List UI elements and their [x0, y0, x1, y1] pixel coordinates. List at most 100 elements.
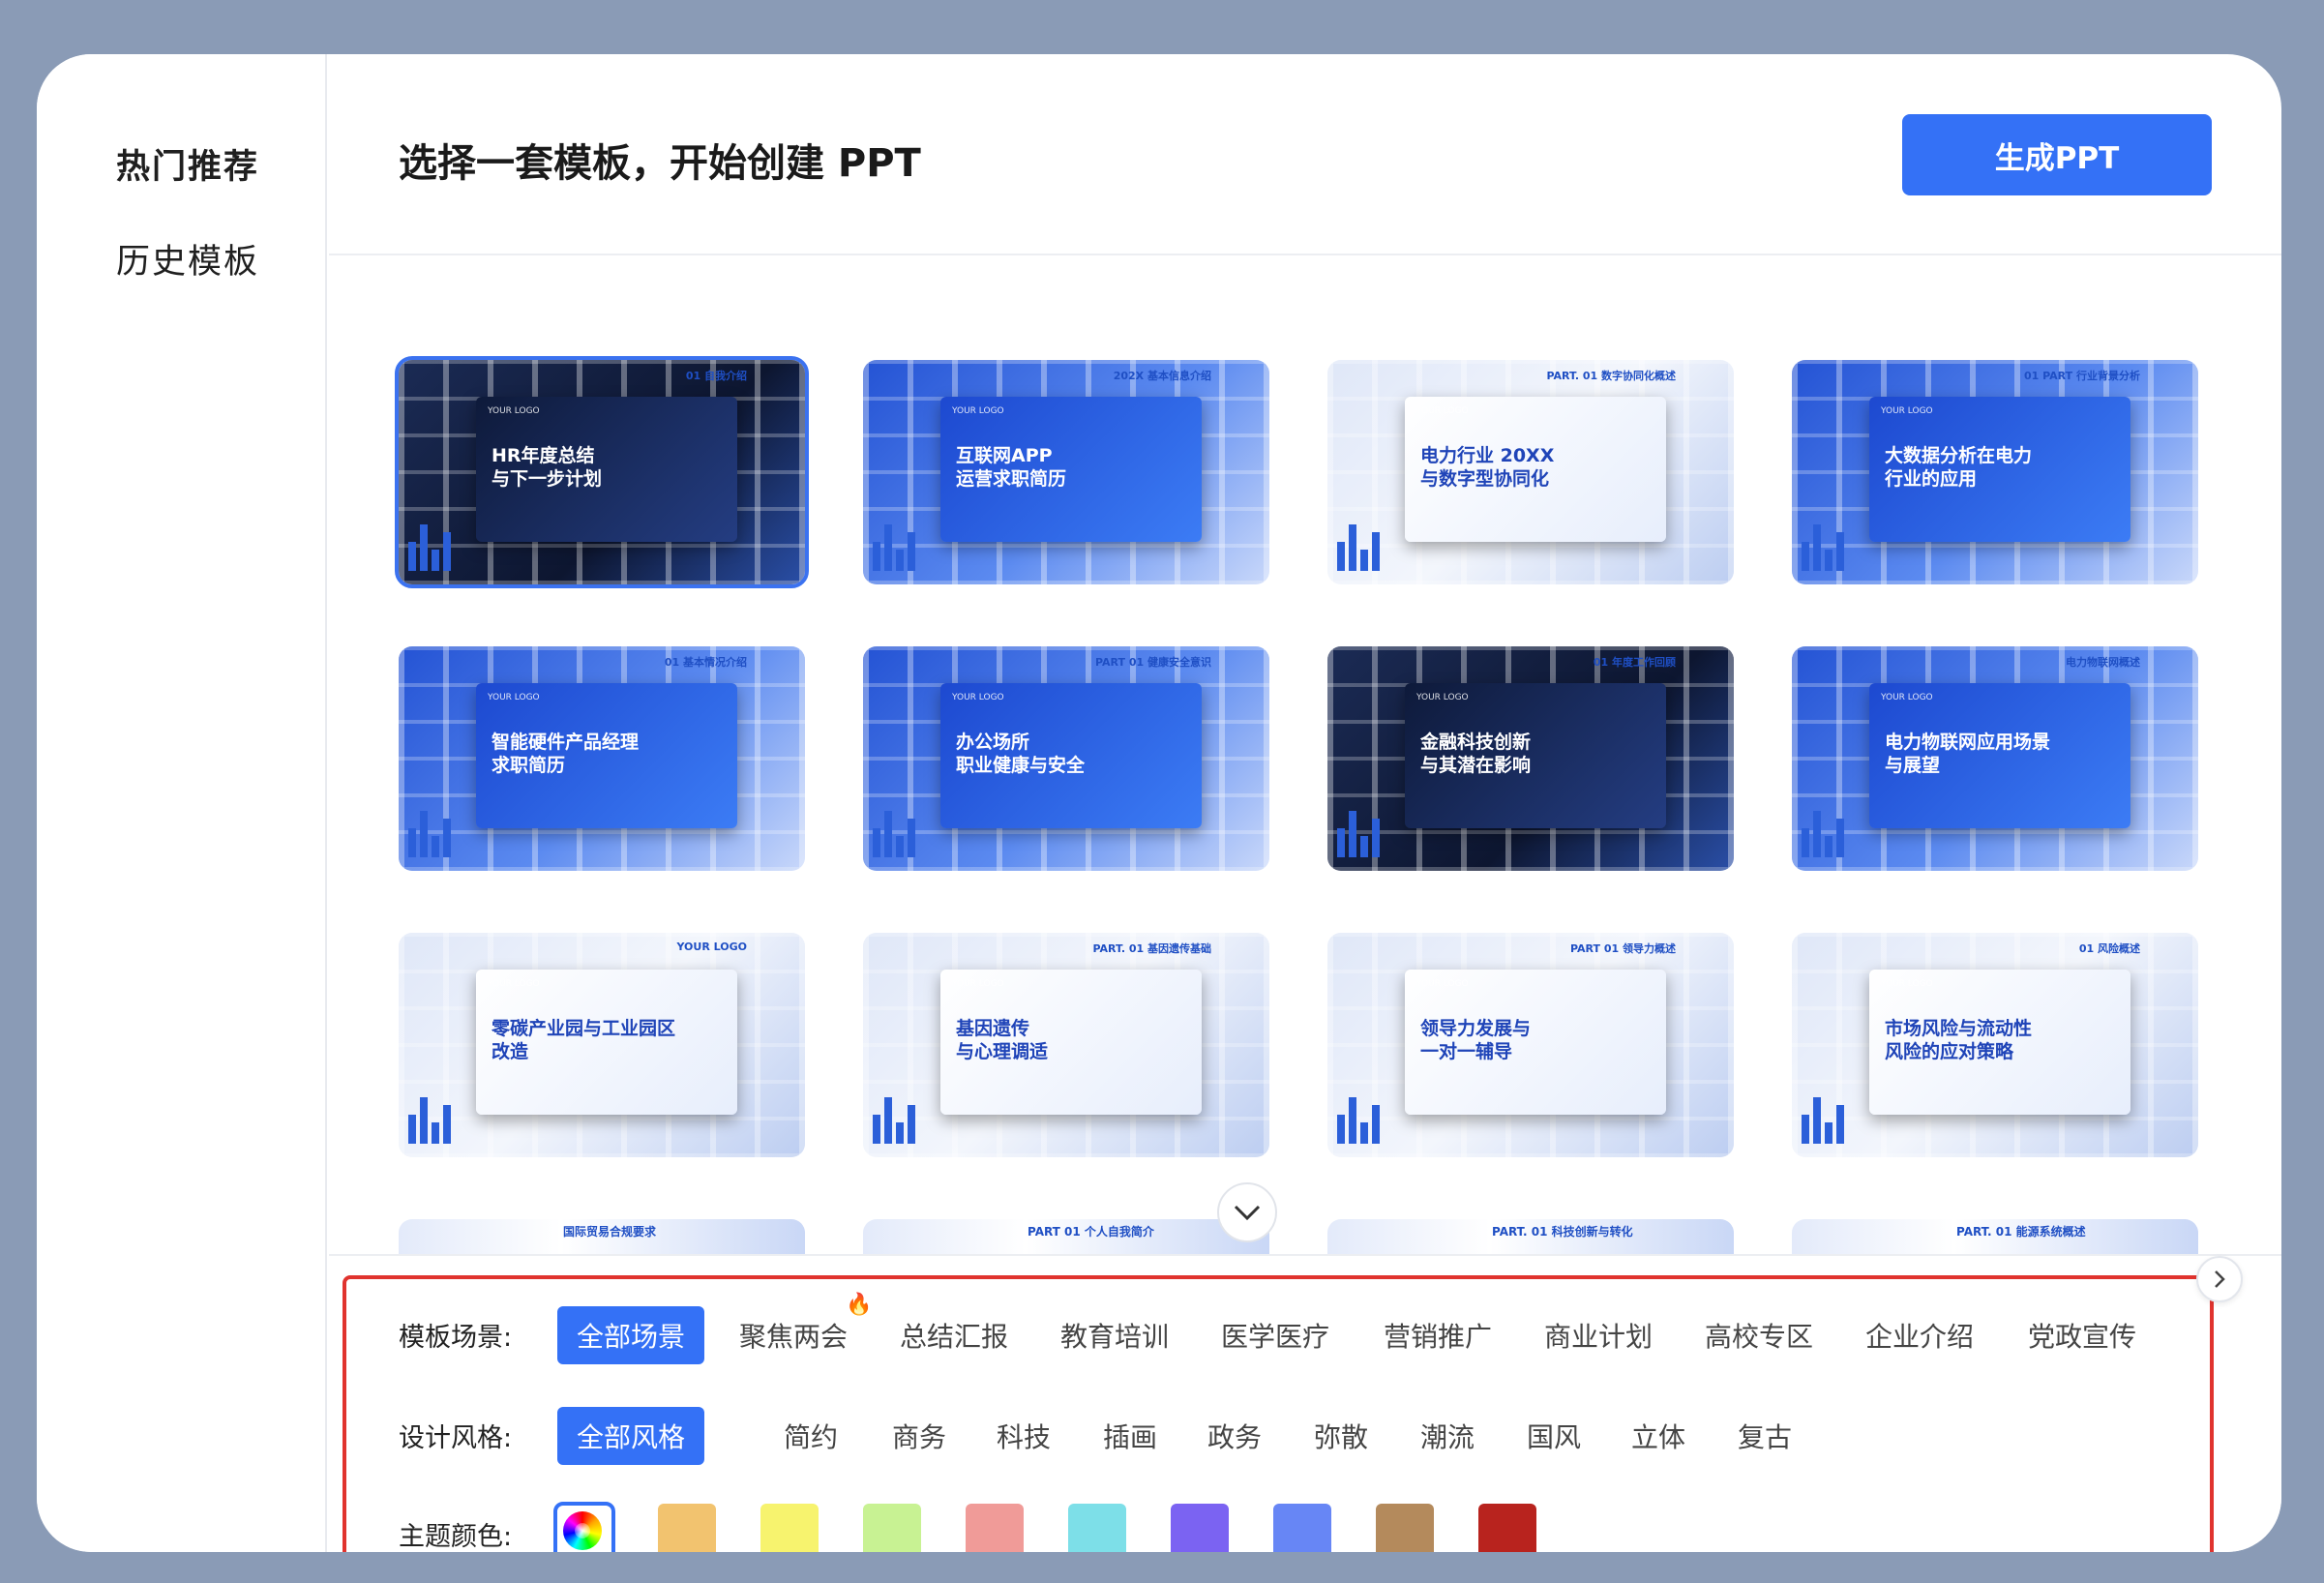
template-card[interactable]: 电力物联网概述 YOUR LOGO 电力物联网应用场景 与展望 [1792, 646, 2198, 871]
template-card[interactable]: PART 01 领导力概述 YOUR LOGO 领导力发展与 一对一辅导 [1327, 933, 1734, 1157]
template-grid: 01 自我介绍 YOUR LOGO HR年度总结 与下一步计划 202X 基本信息… [329, 257, 2281, 1254]
style-chip[interactable]: 政务 [1207, 1407, 1262, 1465]
template-card[interactable]: 01 PART 行业背景分析 YOUR LOGO 大数据分析在电力 行业的应用 [1792, 360, 2198, 584]
style-chip[interactable]: 立体 [1631, 1407, 1685, 1465]
template-title: 基因遗传 与心理调适 [956, 1018, 1049, 1062]
scene-chip[interactable]: 党政宣传 [2028, 1306, 2136, 1364]
scene-chip[interactable]: 企业介绍 [1865, 1306, 1974, 1364]
template-title: HR年度总结 与下一步计划 [492, 445, 603, 490]
template-bar-decor [1337, 811, 1380, 857]
style-chip[interactable]: 国风 [1527, 1407, 1581, 1465]
color-swatch[interactable] [658, 1504, 716, 1552]
scene-chip[interactable]: 商业计划 [1544, 1306, 1653, 1364]
color-swatch[interactable] [1068, 1504, 1126, 1552]
template-cover: YOUR LOGO 零碳产业园与工业园区改造 [476, 970, 737, 1115]
expand-toggle-button[interactable] [1217, 1182, 1277, 1242]
color-wheel-icon [563, 1511, 602, 1550]
style-chip[interactable]: 潮流 [1420, 1407, 1475, 1465]
template-title: 市场风险与流动性 风险的应对策略 [1885, 1018, 2033, 1062]
template-card-partial[interactable]: PART. 01 科技创新与转化 [1327, 1219, 1734, 1254]
template-part-label: YOUR LOGO [676, 941, 747, 953]
template-card-partial[interactable]: 国际贸易合规要求 [399, 1219, 805, 1254]
header: 选择一套模板，开始创建 PPT 生成PPT [329, 54, 2281, 255]
template-title: 金融科技创新 与其潜在影响 [1420, 732, 1532, 776]
template-cover: YOUR LOGO 大数据分析在电力 行业的应用 [1869, 397, 2130, 542]
template-card-partial[interactable]: PART. 01 能源系统概述 [1792, 1219, 2198, 1254]
template-part-label: 01 自我介绍 [685, 370, 747, 382]
scene-chip[interactable]: 医学医疗 [1221, 1306, 1329, 1364]
scene-chip[interactable]: 全部场景 [557, 1306, 705, 1364]
template-part-label: PART. 01 科技创新与转化 [1492, 1225, 1633, 1239]
scene-chip[interactable]: 高校专区 [1705, 1306, 1813, 1364]
scene-chip[interactable]: 聚焦两会 [739, 1306, 848, 1364]
template-part-label: 01 风险概述 [2078, 942, 2140, 955]
template-bar-decor [1337, 524, 1380, 571]
template-card[interactable]: 01 年度工作回顾 YOUR LOGO 金融科技创新 与其潜在影响 [1327, 646, 1734, 871]
template-card[interactable]: PART. 01 数字协同化概述 YOUR LOGO 电力行业 20XX 与数字型… [1327, 360, 1734, 584]
template-part-label: PART 01 个人自我简介 [1028, 1225, 1154, 1239]
main-panel: 选择一套模板，开始创建 PPT 生成PPT 01 自我介绍 YOUR LOGO … [329, 54, 2281, 1552]
template-logo: YOUR LOGO [488, 406, 540, 416]
template-title: 电力物联网应用场景 与展望 [1885, 732, 2051, 776]
style-chip[interactable]: 科技 [997, 1407, 1051, 1465]
template-card[interactable]: YOUR LOGO YOUR LOGO 零碳产业园与工业园区改造 [399, 933, 805, 1157]
style-chip[interactable]: 弥散 [1314, 1407, 1368, 1465]
sidebar: 热门推荐 历史模板 [37, 54, 327, 1552]
template-title: 智能硬件产品经理 求职简历 [492, 732, 640, 776]
template-part-label: 01 PART 行业背景分析 [2023, 370, 2140, 382]
template-part-label: PART. 01 基因遗传基础 [1092, 942, 1211, 955]
scene-chip[interactable]: 总结汇报 [900, 1306, 1008, 1364]
template-bar-decor [1802, 811, 1844, 857]
template-title: 电力行业 20XX 与数字型协同化 [1420, 445, 1555, 490]
scene-filter-label: 模板场景: [399, 1323, 513, 1353]
template-title: 领导力发展与 一对一辅导 [1420, 1018, 1532, 1062]
template-logo: YOUR LOGO [488, 979, 540, 989]
template-part-label: 电力物联网概述 [2066, 656, 2140, 669]
template-bar-decor [873, 1097, 915, 1144]
template-card[interactable]: 01 风险概述 YOUR LOGO 市场风险与流动性 风险的应对策略 [1792, 933, 2198, 1157]
template-bar-decor [1802, 1097, 1844, 1144]
chevron-right-icon [2215, 1270, 2225, 1288]
chevron-down-icon [1234, 1205, 1261, 1221]
color-swatch[interactable] [760, 1504, 819, 1552]
template-logo: YOUR LOGO [952, 693, 1004, 702]
color-swatch[interactable] [863, 1504, 921, 1552]
template-cover: YOUR LOGO 金融科技创新 与其潜在影响 [1405, 683, 1666, 828]
template-card[interactable]: 01 自我介绍 YOUR LOGO HR年度总结 与下一步计划 [395, 356, 809, 588]
template-logo: YOUR LOGO [1416, 979, 1469, 989]
color-swatch[interactable] [1478, 1504, 1536, 1552]
template-cover: YOUR LOGO 基因遗传 与心理调适 [940, 970, 1202, 1115]
style-chip[interactable]: 全部风格 [557, 1407, 705, 1465]
template-card[interactable]: PART 01 健康安全意识 YOUR LOGO 办公场所 职业健康与安全 [863, 646, 1269, 871]
template-cover: YOUR LOGO HR年度总结 与下一步计划 [476, 397, 737, 542]
color-swatch-all[interactable] [553, 1502, 615, 1552]
color-swatch[interactable] [966, 1504, 1024, 1552]
style-chip[interactable]: 复古 [1738, 1407, 1792, 1465]
template-logo: YOUR LOGO [952, 979, 1004, 989]
scene-chip[interactable]: 营销推广 [1384, 1306, 1492, 1364]
template-card[interactable]: 01 基本情况介绍 YOUR LOGO 智能硬件产品经理 求职简历 [399, 646, 805, 871]
template-card-partial[interactable]: PART 01 个人自我简介 [863, 1219, 1269, 1254]
template-card[interactable]: PART. 01 基因遗传基础 YOUR LOGO 基因遗传 与心理调适 [863, 933, 1269, 1157]
template-bar-decor [873, 811, 915, 857]
template-card[interactable]: 202X 基本信息介绍 YOUR LOGO 互联网APP 运营求职简历 [863, 360, 1269, 584]
template-bar-decor [873, 524, 915, 571]
sidebar-item-hot[interactable]: 热门推荐 [116, 139, 259, 189]
template-title: 办公场所 职业健康与安全 [956, 732, 1086, 776]
template-part-label: PART 01 领导力概述 [1569, 942, 1676, 955]
style-chip[interactable]: 插画 [1103, 1407, 1157, 1465]
color-swatch[interactable] [1273, 1504, 1331, 1552]
sidebar-item-history[interactable]: 历史模板 [116, 234, 259, 284]
template-cover: YOUR LOGO 领导力发展与 一对一辅导 [1405, 970, 1666, 1115]
color-swatch[interactable] [1376, 1504, 1434, 1552]
scene-chip[interactable]: 教育培训 [1060, 1306, 1169, 1364]
style-chip[interactable]: 商务 [892, 1407, 946, 1465]
template-title: 大数据分析在电力 行业的应用 [1885, 445, 2033, 490]
color-swatch[interactable] [1171, 1504, 1229, 1552]
template-title: 零碳产业园与工业园区改造 [492, 1018, 676, 1062]
generate-ppt-button[interactable]: 生成PPT [1902, 114, 2212, 195]
scene-next-button[interactable] [2196, 1256, 2243, 1302]
style-chip[interactable]: 简约 [784, 1407, 838, 1465]
template-title: 互联网APP 运营求职简历 [956, 445, 1067, 490]
template-logo: YOUR LOGO [1881, 406, 1933, 416]
